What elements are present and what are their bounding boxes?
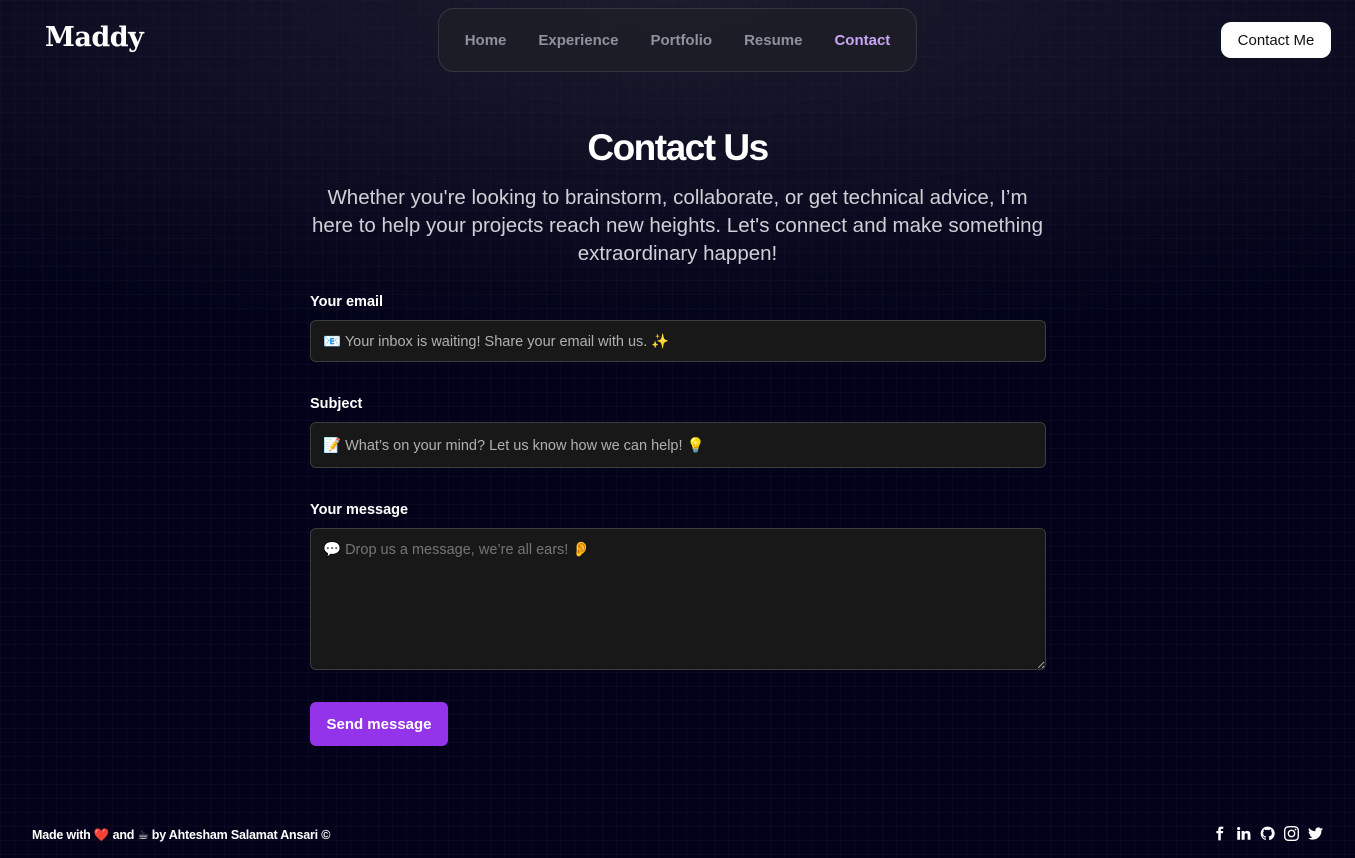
site-logo[interactable]: Maddy	[45, 22, 144, 53]
facebook-icon[interactable]	[1211, 824, 1227, 842]
email-field[interactable]: 📧 Your inbox is waiting! Share your emai…	[310, 320, 1046, 362]
linkedin-icon[interactable]	[1235, 824, 1251, 842]
contact-me-button[interactable]: Contact Me	[1221, 22, 1331, 58]
coffee-icon: ☕	[137, 828, 149, 842]
subject-label: Subject	[310, 396, 363, 412]
instagram-icon[interactable]	[1283, 824, 1299, 842]
footer-and: and	[112, 828, 135, 842]
subject-placeholder: 📝 What’s on your mind? Let us know how w…	[323, 437, 705, 454]
nav-portfolio[interactable]: Portfolio	[650, 32, 712, 49]
nav-home[interactable]: Home	[465, 32, 507, 49]
subject-field[interactable]: 📝 What’s on your mind? Let us know how w…	[310, 422, 1046, 468]
message-label: Your message	[310, 502, 409, 518]
page-subtitle: Whether you're looking to brainstorm, co…	[312, 186, 1043, 265]
github-icon[interactable]	[1259, 824, 1275, 842]
email-label: Your email	[310, 294, 384, 310]
message-field[interactable]	[310, 528, 1046, 670]
main-nav: Home Experience Portfolio Resume Contact	[438, 8, 917, 72]
nav-contact[interactable]: Contact	[834, 32, 890, 49]
email-placeholder: 📧 Your inbox is waiting! Share your emai…	[323, 333, 670, 350]
social-links	[1211, 824, 1323, 842]
message-textarea[interactable]	[323, 529, 1045, 669]
send-message-button[interactable]: Send message	[310, 702, 448, 746]
twitter-icon[interactable]	[1307, 824, 1323, 842]
nav-resume[interactable]: Resume	[744, 32, 802, 49]
footer-author: by Ahtesham Salamat Ansari ©	[151, 828, 331, 842]
footer-credit: Made with ❤️ and ☕ by Ahtesham Salamat A…	[32, 827, 330, 843]
page-title: Contact Us	[587, 127, 769, 168]
nav-experience[interactable]: Experience	[538, 32, 618, 49]
heart-icon: ❤️	[93, 828, 110, 842]
footer-made-with: Made with	[32, 828, 91, 842]
